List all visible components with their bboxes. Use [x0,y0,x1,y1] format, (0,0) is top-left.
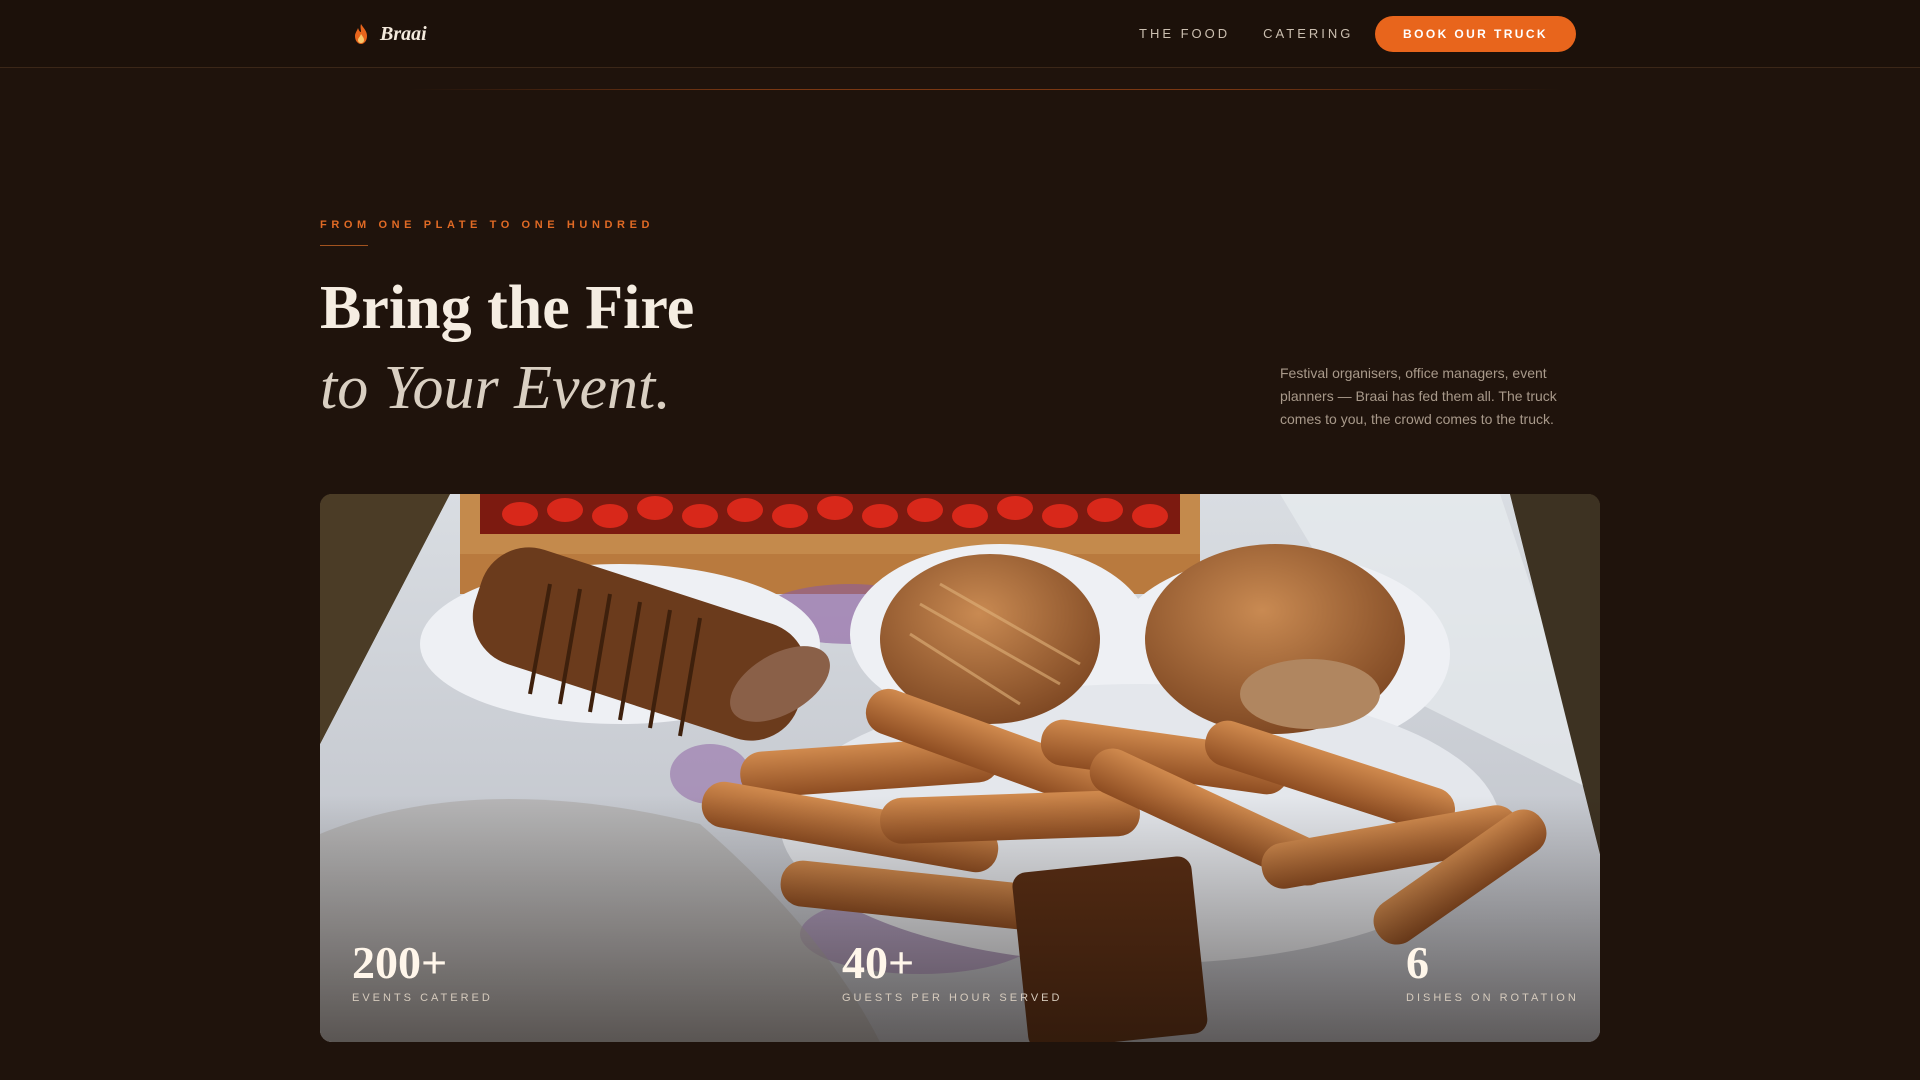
nav-link-the-food[interactable]: THE FOOD [1139,24,1230,44]
stat-dishes-on-rotation: 6 DISHES ON ROTATION [1406,937,1579,1005]
eyebrow-underline [320,245,368,246]
book-truck-button[interactable]: BOOK OUR TRUCK [1375,16,1576,52]
nav-links: THE FOOD CATERING [1139,24,1353,44]
stat-value: 200+ [352,937,448,988]
hero-title-line1: Bring the Fire [320,274,695,342]
brand-logo-link[interactable]: Braai [352,19,427,49]
top-nav: Braai THE FOOD CATERING BOOK OUR TRUCK [0,0,1920,68]
stat-label: DISHES ON ROTATION [1406,992,1579,1004]
stat-value: 40+ [842,937,915,988]
divider-glow [410,89,1560,90]
stat-guests-per-hour: 40+ GUESTS PER HOUR SERVED [842,937,1063,1005]
nav-link-catering[interactable]: CATERING [1263,24,1353,44]
flame-icon [355,24,367,44]
stat-events-catered: 200+ EVENTS CATERED [352,937,493,1005]
stat-label: EVENTS CATERED [352,992,493,1004]
hero-title-line2: to Your Event. [320,354,671,422]
stat-value: 6 [1406,937,1429,988]
hero-eyebrow: FROM ONE PLATE TO ONE HUNDRED [320,219,655,231]
stat-label: GUESTS PER HOUR SERVED [842,992,1063,1004]
brand-name: Braai [380,22,427,45]
hero-blurb: Festival organisers, office managers, ev… [1280,365,1557,427]
